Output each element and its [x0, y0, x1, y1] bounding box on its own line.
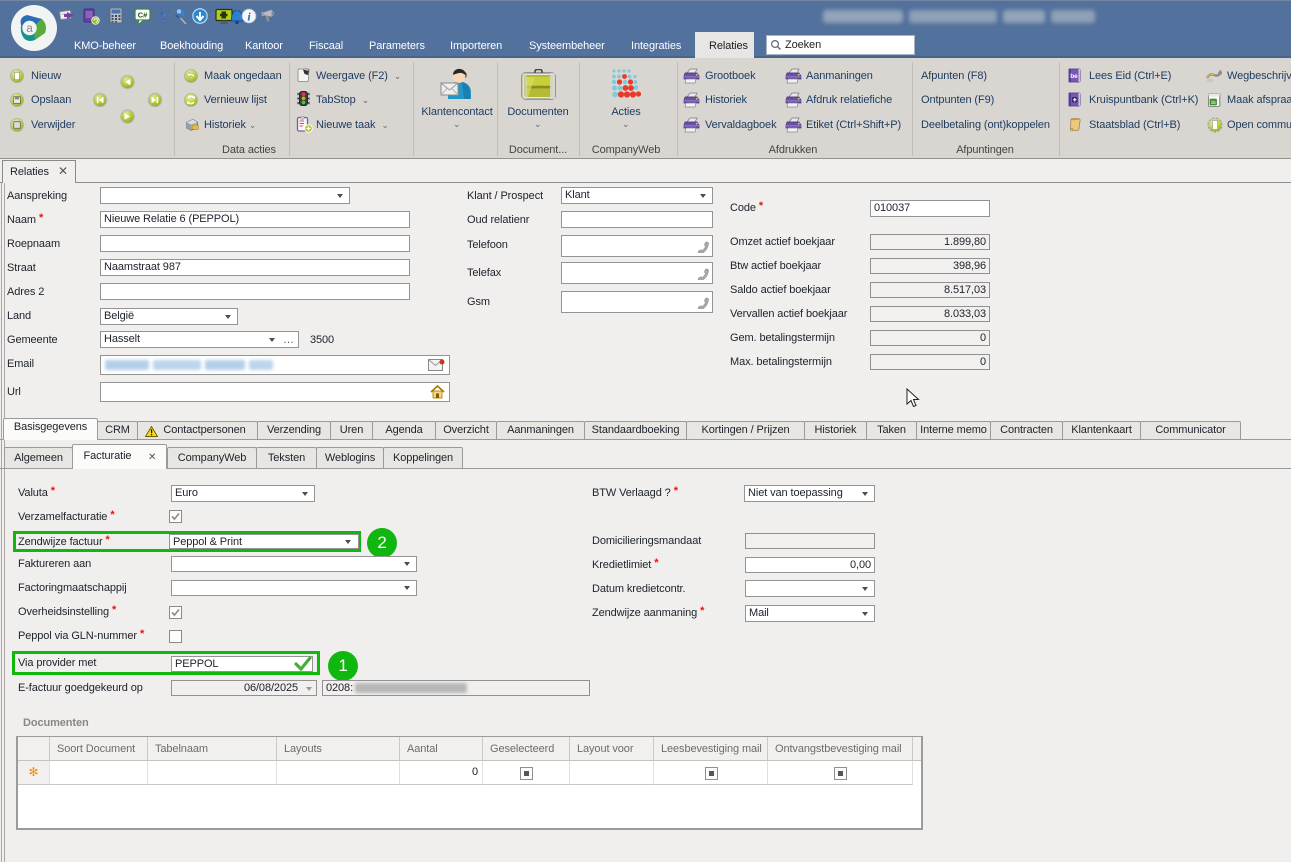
svg-text:?: ? [159, 10, 166, 26]
svg-text:be: be [1070, 73, 1078, 80]
svg-text:15: 15 [1211, 100, 1216, 105]
svg-text:a: a [26, 23, 33, 35]
svg-text:C#: C# [138, 11, 148, 20]
